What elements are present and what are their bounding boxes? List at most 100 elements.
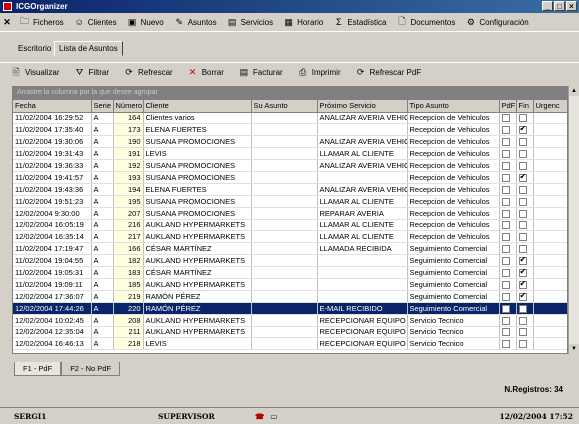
pdf-checkbox[interactable]	[501, 257, 510, 266]
menu-item-servicios[interactable]: ▤ Servicios	[222, 14, 278, 31]
pdf-checkbox[interactable]	[501, 269, 510, 278]
fin-checkbox[interactable]	[518, 124, 527, 135]
pdf-checkbox[interactable]	[501, 209, 510, 218]
close-icon[interactable]: ✕	[0, 17, 14, 28]
facturar-button[interactable]: ▤ Facturar	[238, 67, 283, 78]
column-header[interactable]: Su Asunto	[251, 100, 318, 113]
table-row[interactable]: 12/02/2004 9:30:00 A 207 SUSANA PROMOCIONES…	[13, 207, 567, 220]
fin-checkbox[interactable]	[518, 279, 527, 289]
pdf-checkbox[interactable]	[501, 328, 510, 337]
column-header[interactable]: Tipo Asunto	[407, 100, 500, 113]
imprimir-button[interactable]: ⎙ Imprimir	[297, 67, 341, 78]
menu-item-asuntos[interactable]: ✎ Asuntos	[169, 14, 222, 31]
table-row[interactable]: 11/02/2004 19:30:06 A 190 SUSANA PROMOCIONE…	[13, 135, 567, 149]
visualizar-button[interactable]: 🖹 Visualizar	[10, 67, 59, 78]
column-header[interactable]: Fecha	[13, 100, 92, 113]
menu-item-nuevo[interactable]: ▣ Nuevo	[122, 14, 169, 31]
menu-item-clientes[interactable]: ☺ Clientes	[69, 14, 122, 31]
menu-item-horario[interactable]: ▦ Horario	[278, 14, 328, 31]
pdf-checkbox[interactable]	[501, 173, 510, 182]
tab-lista-de-asuntos[interactable]: Lista de Asuntos	[54, 41, 123, 56]
pdf-checkbox[interactable]	[501, 138, 510, 147]
fin-checkbox[interactable]	[518, 114, 527, 123]
fin-checkbox[interactable]	[518, 255, 527, 266]
table-row[interactable]: 12/02/2004 12:35:04 A 211 AUKLAND HYPERMARK…	[13, 326, 567, 339]
fin-checkbox[interactable]	[518, 267, 527, 278]
column-header[interactable]: Próximo Servicio	[317, 100, 408, 113]
menu-item-estadistica[interactable]: Σ Estadística	[328, 14, 391, 31]
table-row[interactable]: 12/02/2004 17:36:07 A 219 RAMÓN PÉREZ Seguim…	[13, 290, 567, 303]
table-row[interactable]: 11/02/2004 19:05:31 A 183 CÉSAR MARTÍNEZ Seg…	[13, 266, 567, 279]
fin-checkbox[interactable]	[518, 328, 527, 337]
menu-item-configuracion[interactable]: ⚙ Configuración	[460, 14, 533, 31]
refrescar-pdf-button[interactable]: ⟳ Refrescar PdF	[355, 67, 421, 78]
maximize-button[interactable]: □	[554, 1, 565, 11]
tab-f1-pdf[interactable]: F1 - PdF	[14, 362, 62, 376]
table-row[interactable]: 11/02/2004 19:41:57 A 193 SUSANA PROMOCIONE…	[13, 171, 567, 184]
column-header[interactable]: PdF	[499, 100, 517, 113]
pdf-checkbox[interactable]	[501, 126, 510, 135]
table-row[interactable]: 12/02/2004 16:05:19 A 216 AUKLAND HYPERMARK…	[13, 219, 567, 232]
table-row[interactable]: 11/02/2004 19:04:55 A 182 AUKLAND HYPERMARK…	[13, 254, 567, 268]
menu-item-documentos[interactable]: 🗋 Documentos	[391, 14, 460, 31]
fin-checkbox[interactable]	[518, 197, 527, 206]
fin-checkbox[interactable]	[518, 245, 527, 254]
fin-checkbox[interactable]	[518, 316, 527, 325]
monitor-icon[interactable]: ▭	[270, 412, 277, 421]
fin-checkbox[interactable]	[518, 233, 527, 242]
table-row[interactable]: 11/02/2004 19:43:36 A 194 ELENA FUERTES ANAL…	[13, 183, 567, 196]
menu-item-ficheros[interactable]: 🗀 Ficheros	[14, 14, 69, 31]
pdf-checkbox[interactable]	[501, 162, 510, 171]
pdf-checkbox[interactable]	[501, 316, 510, 325]
scroll-down-icon[interactable]: ▼	[569, 344, 579, 354]
fin-checkbox[interactable]	[518, 162, 527, 171]
scroll-up-icon[interactable]: ▲	[569, 86, 579, 96]
column-header[interactable]: Cliente	[143, 100, 252, 113]
refrescar-button[interactable]: ⟳ Refrescar	[123, 67, 172, 78]
table-row[interactable]: 12/02/2004 17:44:26 A 220 RAMÓN PÉREZ E-MAIL…	[13, 302, 567, 315]
pdf-checkbox[interactable]	[501, 150, 510, 159]
borrar-button[interactable]: ✕ Borrar	[187, 67, 224, 78]
table-row[interactable]: 11/02/2004 19:36:33 A 192 SUSANA PROMOCIONE…	[13, 159, 567, 172]
pdf-checkbox[interactable]	[501, 185, 510, 194]
pdf-checkbox[interactable]	[501, 197, 510, 206]
filtrar-button[interactable]: ⛛ Filtrar	[74, 67, 109, 78]
column-header[interactable]: Número	[113, 100, 144, 113]
tab-f2-no-pdf[interactable]: F2 - No PdF	[61, 362, 121, 376]
pdf-checkbox[interactable]	[501, 340, 510, 349]
table-row[interactable]: 11/02/2004 16:29:52 A 164 Clientes varios AN…	[13, 112, 567, 125]
table-row[interactable]: 11/02/2004 19:31:43 A 191 LEVIS LLAMAR AL CL…	[13, 147, 567, 161]
table-row[interactable]: 12/02/2004 16:46:13 A 218 LEVIS RECEPCIONAR …	[13, 337, 567, 351]
fin-checkbox[interactable]	[518, 340, 527, 349]
pdf-checkbox[interactable]	[501, 280, 510, 289]
pdf-checkbox[interactable]	[501, 292, 510, 301]
column-header[interactable]: Fin	[516, 100, 534, 113]
fin-checkbox[interactable]	[518, 221, 527, 230]
column-header[interactable]: Serie	[91, 100, 114, 113]
column-header[interactable]: Urgenc	[533, 100, 567, 113]
pdf-checkbox[interactable]	[501, 221, 510, 230]
tab-escritorio[interactable]: Escritorio	[14, 42, 55, 56]
table-row[interactable]: 11/02/2004 19:51:23 A 195 SUSANA PROMOCIONE…	[13, 195, 567, 208]
fin-checkbox[interactable]	[518, 150, 527, 159]
close-button[interactable]: ×	[566, 1, 577, 11]
table-row[interactable]: 11/02/2004 17:19:47 A 166 CÉSAR MARTÍNEZ LLA…	[13, 242, 567, 256]
fin-checkbox[interactable]	[518, 138, 527, 147]
phone-icon[interactable]: ☎	[255, 412, 264, 421]
pdf-checkbox[interactable]	[501, 114, 510, 123]
pdf-checkbox[interactable]	[501, 233, 510, 242]
fin-checkbox[interactable]	[518, 304, 527, 313]
pdf-checkbox[interactable]	[501, 304, 510, 313]
table-row[interactable]: 11/02/2004 19:09:11 A 185 AUKLAND HYPERMARK…	[13, 278, 567, 291]
pdf-checkbox[interactable]	[501, 245, 510, 254]
table-row[interactable]: 11/02/2004 17:35:40 A 173 ELENA FUERTES Rece…	[13, 123, 567, 137]
vertical-scrollbar[interactable]: ▲ ▼	[568, 86, 579, 354]
fin-checkbox[interactable]	[518, 185, 527, 194]
fin-checkbox[interactable]	[518, 209, 527, 218]
table-row[interactable]: 12/02/2004 16:35:14 A 217 AUKLAND HYPERMARK…	[13, 230, 567, 244]
table-row[interactable]: 12/02/2004 10:02:45 A 208 AUKLAND HYPERMARK…	[13, 314, 567, 327]
fin-checkbox[interactable]	[518, 172, 527, 182]
minimize-button[interactable]: _	[542, 1, 553, 11]
group-by-hint[interactable]: Arrastre la columna por la que desee agr…	[13, 87, 567, 100]
fin-checkbox[interactable]	[518, 291, 527, 301]
